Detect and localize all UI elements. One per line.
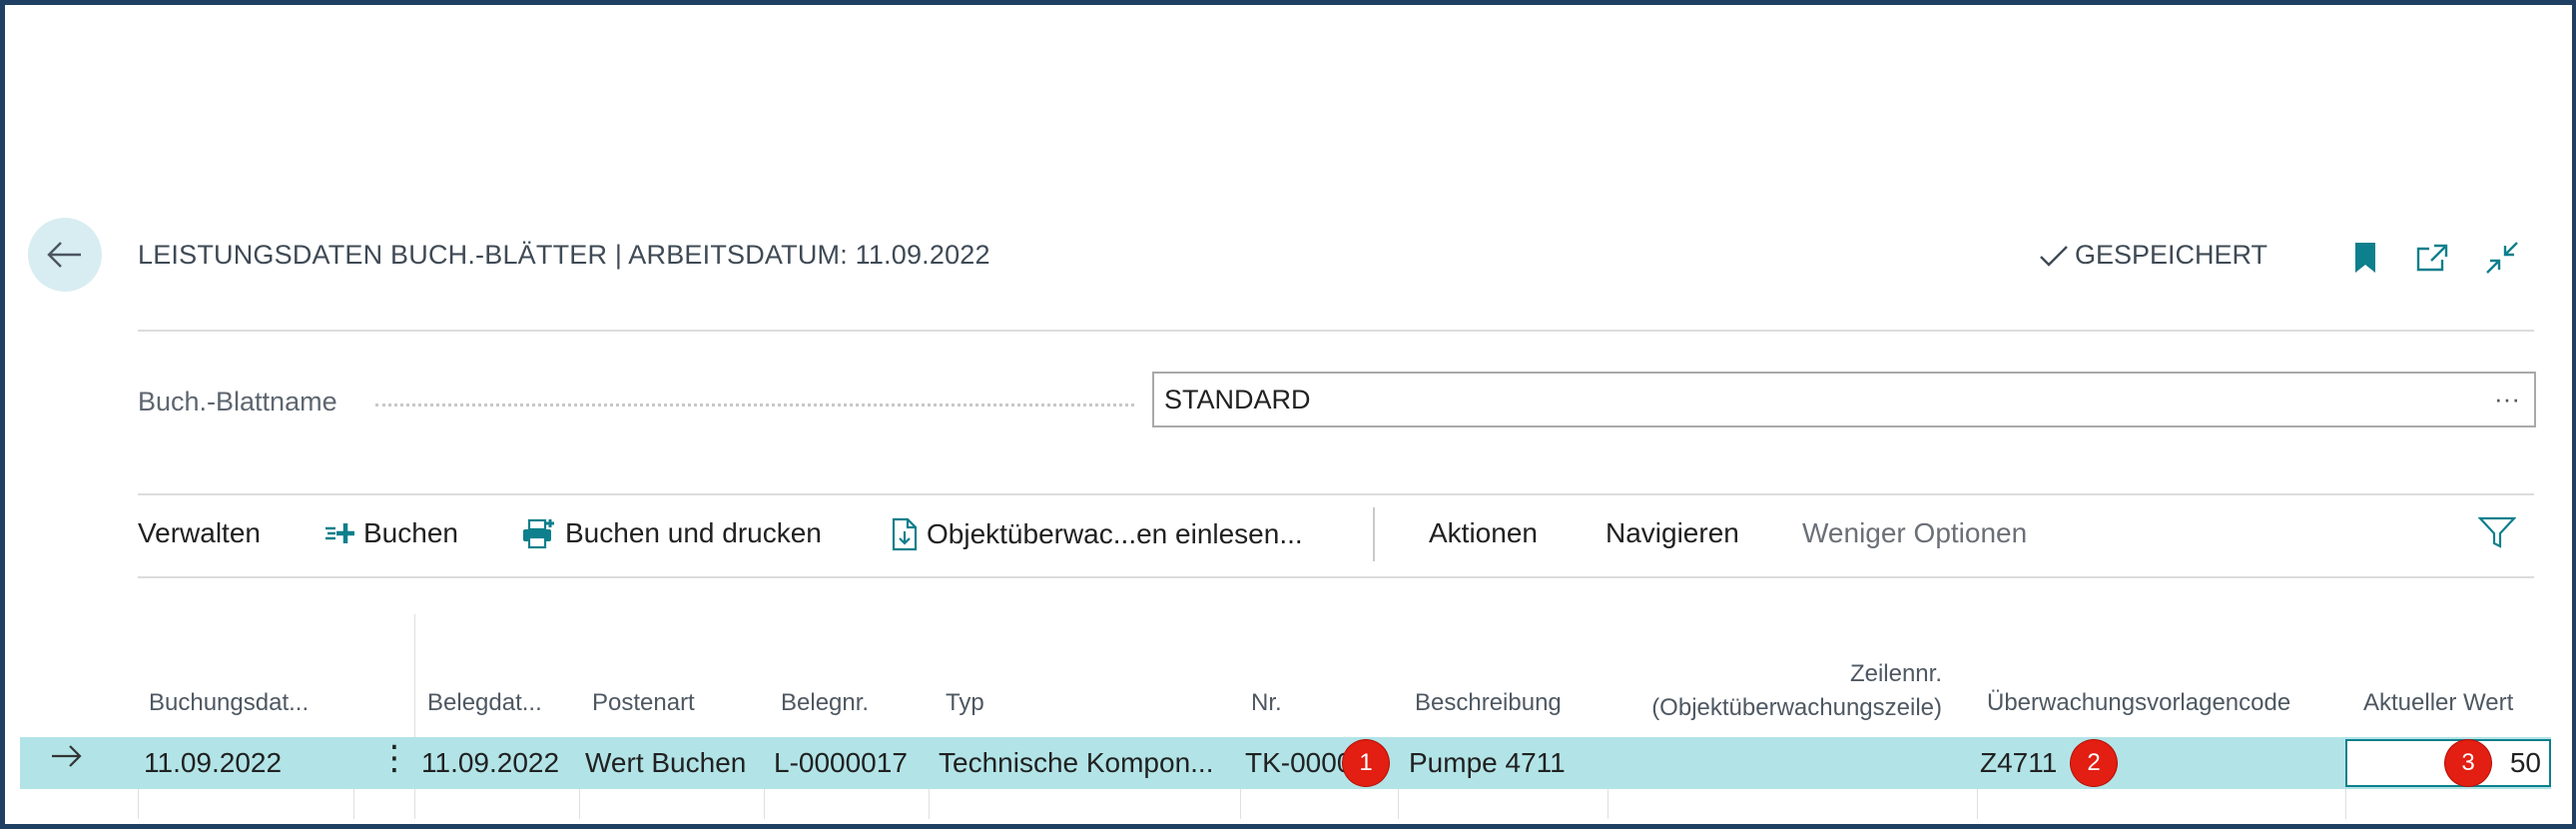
batch-name-value: STANDARD bbox=[1164, 384, 1311, 414]
annotation-badge-2: 2 bbox=[2071, 740, 2117, 786]
batch-name-input[interactable]: STANDARD ··· bbox=[1152, 372, 2536, 427]
cell-document-date[interactable]: 11.09.2022 bbox=[421, 747, 559, 779]
manage-label: Verwalten bbox=[138, 517, 261, 548]
annotation-badge-1: 1 bbox=[1343, 740, 1389, 786]
saved-label: GESPEICHERT bbox=[2075, 240, 2268, 270]
cell-description[interactable]: Pumpe 4711 bbox=[1409, 747, 1566, 779]
annotation-badge-3: 3 bbox=[2445, 740, 2491, 786]
collapse-icon[interactable] bbox=[2482, 238, 2522, 278]
column-header-line-no[interactable]: Zeilennr. (Objektüberwachungszeile) bbox=[1608, 657, 1942, 725]
line-no-header-line1: Zeilennr. bbox=[1849, 660, 1942, 687]
post-print-label: Buchen und drucken bbox=[565, 517, 822, 548]
row-actions-menu[interactable]: ⋮ bbox=[377, 741, 411, 775]
checkmark-icon bbox=[2040, 245, 2068, 267]
cell-no[interactable]: TK-0000 bbox=[1245, 747, 1352, 779]
cell-type[interactable]: Technische Kompon... bbox=[939, 747, 1214, 779]
column-header-template-code[interactable]: Überwachungsvorlagencode bbox=[1987, 689, 2290, 717]
back-arrow-icon bbox=[47, 242, 81, 268]
document-import-icon bbox=[892, 517, 918, 551]
cell-posting-date[interactable]: 11.09.2022 bbox=[144, 747, 282, 779]
column-header-posting-date[interactable]: Buchungsdat... bbox=[149, 689, 309, 717]
cell-document-no[interactable]: L-0000017 bbox=[774, 747, 908, 779]
action-toolbar: Verwalten Buchen Buchen und drucken Obje… bbox=[138, 507, 2534, 561]
column-header-type[interactable]: Typ bbox=[946, 689, 984, 717]
import-object-monitoring-button[interactable]: Objektüberwac...en einlesen... bbox=[891, 517, 1303, 551]
back-button[interactable] bbox=[28, 218, 102, 292]
row-selected-arrow-icon bbox=[50, 743, 84, 776]
current-value: 50 bbox=[2509, 747, 2541, 778]
import-label: Objektüberwac...en einlesen... bbox=[927, 518, 1303, 549]
bookmark-icon[interactable] bbox=[2345, 238, 2385, 278]
filter-icon[interactable] bbox=[2478, 515, 2516, 549]
actions-menu[interactable]: Aktionen bbox=[1429, 517, 1538, 549]
post-print-icon bbox=[523, 518, 554, 549]
column-header-no[interactable]: Nr. bbox=[1251, 689, 1282, 717]
page-title: LEISTUNGSDATEN BUCH.-BLÄTTER | ARBEITSDA… bbox=[138, 240, 990, 270]
fewer-options-button[interactable]: Weniger Optionen bbox=[1802, 517, 2027, 549]
saved-status: GESPEICHERT bbox=[2039, 240, 2267, 271]
actions-label: Aktionen bbox=[1429, 517, 1538, 548]
toolbar-bottom-divider bbox=[138, 576, 2534, 578]
column-header-document-no[interactable]: Belegnr. bbox=[781, 689, 869, 717]
toolbar-separator bbox=[1373, 507, 1375, 561]
column-header-document-date[interactable]: Belegdat... bbox=[427, 689, 542, 717]
manage-menu[interactable]: Verwalten bbox=[138, 517, 261, 549]
field-dots bbox=[375, 404, 1134, 407]
toolbar-top-divider bbox=[138, 493, 2534, 495]
more-options-button[interactable]: ··· bbox=[2494, 384, 2520, 414]
post-icon bbox=[325, 523, 354, 543]
header-divider bbox=[138, 330, 2534, 332]
column-header-entry-type[interactable]: Postenart bbox=[592, 689, 695, 717]
post-label: Buchen bbox=[363, 517, 458, 548]
batch-name-label: Buch.-Blattname bbox=[138, 387, 337, 416]
post-button[interactable]: Buchen bbox=[323, 517, 458, 549]
navigate-label: Navigieren bbox=[1606, 517, 1739, 548]
navigate-menu[interactable]: Navigieren bbox=[1606, 517, 1739, 549]
column-header-current-value[interactable]: Aktueller Wert bbox=[2363, 689, 2513, 717]
column-header-description[interactable]: Beschreibung bbox=[1415, 689, 1562, 717]
fewer-options-label: Weniger Optionen bbox=[1802, 517, 2028, 548]
cell-entry-type[interactable]: Wert Buchen bbox=[585, 747, 746, 779]
cell-template-code[interactable]: Z4711 bbox=[1980, 747, 2057, 779]
post-and-print-button[interactable]: Buchen und drucken bbox=[521, 517, 822, 549]
open-new-window-icon[interactable] bbox=[2412, 238, 2452, 278]
line-no-header-line2: (Objektüberwachungszeile) bbox=[1651, 694, 1942, 721]
